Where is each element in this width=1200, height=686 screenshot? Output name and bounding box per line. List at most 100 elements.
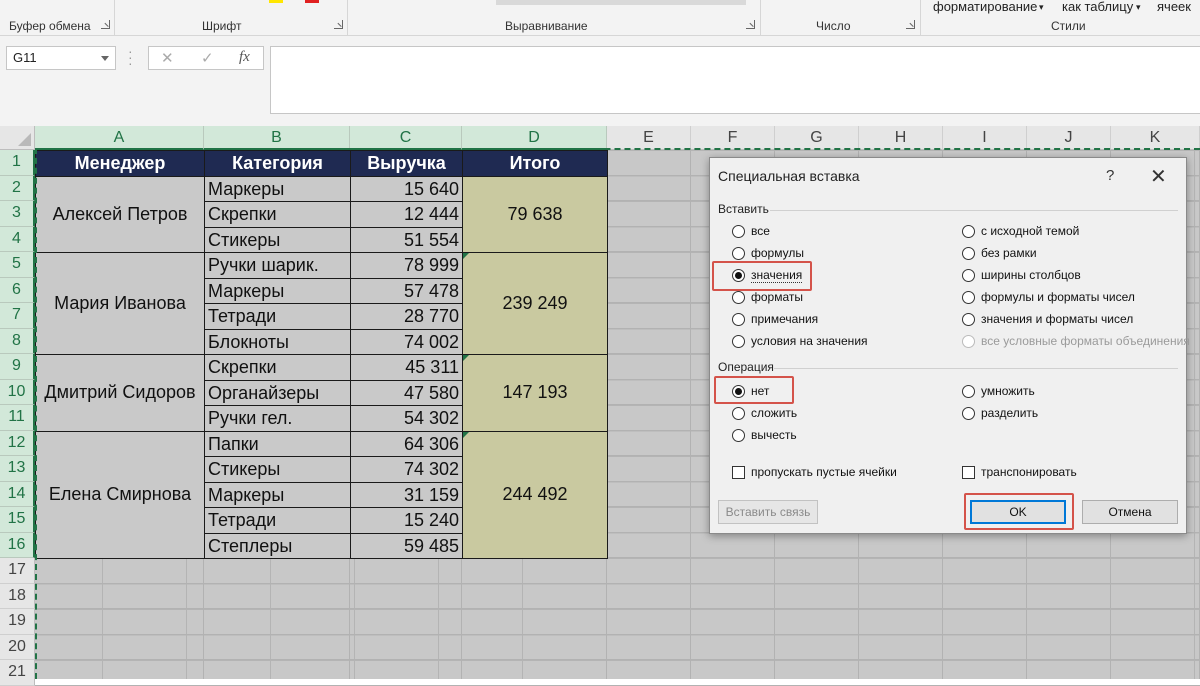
column-header[interactable]: A [35,126,204,150]
category-cell[interactable]: Органайзеры [204,379,351,406]
transpose-box[interactable] [962,465,975,479]
cancel-button[interactable]: Отмена [1082,500,1178,524]
total-cell[interactable]: 147 193 [462,354,608,432]
category-cell[interactable]: Скрепки [204,354,351,381]
category-cell[interactable]: Степлеры [204,532,351,559]
row-header[interactable]: 10 [0,379,35,405]
category-cell[interactable]: Маркеры [204,277,351,304]
revenue-cell[interactable]: 47 580 [350,379,463,406]
operation-subtract-radio[interactable]: вычесть [732,428,797,442]
paste-no-borders-radio[interactable]: без рамки [962,246,1037,260]
cell-styles-button[interactable]: ячеек [1157,0,1191,14]
category-cell[interactable]: Папки [204,430,351,457]
radio-icon[interactable] [962,384,975,398]
total-cell[interactable]: 239 249 [462,252,608,355]
radio-icon[interactable] [962,224,975,238]
category-cell[interactable]: Ручки гел. [204,405,351,432]
paste-all-radio[interactable]: все [732,224,770,238]
format-as-table-dropdown-icon[interactable]: ▾ [1136,2,1141,13]
radio-icon[interactable] [732,428,745,442]
category-cell[interactable]: Блокноты [204,328,351,355]
operation-add-radio[interactable]: сложить [732,406,797,420]
revenue-cell[interactable]: 57 478 [350,277,463,304]
row-header[interactable]: 5 [0,252,35,278]
radio-icon[interactable] [962,312,975,326]
radio-icon[interactable] [732,334,745,348]
radio-icon[interactable] [962,406,975,420]
header-cell[interactable]: Выручка [350,150,463,177]
row-header[interactable]: 15 [0,507,35,533]
row-header[interactable]: 21 [0,660,35,686]
font-launcher-icon[interactable] [334,20,343,29]
drag-handle-icon[interactable]: · · · [128,44,133,70]
transpose-checkbox[interactable]: транспонировать [962,465,1077,479]
paste-comments-radio[interactable]: примечания [732,312,818,326]
category-cell[interactable]: Тетради [204,507,351,534]
manager-cell[interactable]: Алексей Петров [35,175,205,253]
radio-icon[interactable] [962,268,975,282]
number-launcher-icon[interactable] [906,20,915,29]
revenue-cell[interactable]: 28 770 [350,303,463,330]
header-cell[interactable]: Менеджер [35,150,205,177]
clipboard-launcher-icon[interactable] [101,20,110,29]
row-header[interactable]: 9 [0,354,35,380]
paste-validation-radio[interactable]: условия на значения [732,334,868,348]
row-header[interactable]: 14 [0,481,35,507]
row-header[interactable]: 13 [0,456,35,482]
radio-icon[interactable] [732,290,745,304]
row-header[interactable]: 17 [0,558,35,584]
highlight-color-icon[interactable] [269,0,283,3]
skip-blanks-box[interactable] [732,465,745,479]
paste-link-button[interactable]: Вставить связь [718,500,818,524]
row-header[interactable]: 7 [0,303,35,329]
manager-cell[interactable]: Мария Иванова [35,252,205,355]
radio-icon[interactable] [962,290,975,304]
category-cell[interactable]: Маркеры [204,175,351,202]
revenue-cell[interactable]: 54 302 [350,405,463,432]
revenue-cell[interactable]: 74 002 [350,328,463,355]
paste-formats-radio[interactable]: форматы [732,290,803,304]
radio-icon[interactable] [732,406,745,420]
help-icon[interactable]: ? [1106,167,1114,184]
header-cell[interactable]: Категория [204,150,351,177]
manager-cell[interactable]: Дмитрий Сидоров [35,354,205,432]
paste-source-theme-radio[interactable]: с исходной темой [962,224,1079,238]
row-header[interactable]: 1 [0,150,35,176]
revenue-cell[interactable]: 51 554 [350,226,463,253]
alignment-launcher-icon[interactable] [746,20,755,29]
enter-icon[interactable]: ✓ [201,49,214,67]
revenue-cell[interactable]: 64 306 [350,430,463,457]
column-header[interactable]: I [943,126,1027,150]
formula-input[interactable] [270,46,1200,114]
row-header[interactable]: 16 [0,532,35,558]
paste-formulas-number-formats-radio[interactable]: формулы и форматы чисел [962,290,1135,304]
radio-icon[interactable] [732,312,745,326]
revenue-cell[interactable]: 78 999 [350,252,463,279]
radio-icon[interactable] [732,246,745,260]
revenue-cell[interactable]: 12 444 [350,201,463,228]
category-cell[interactable]: Маркеры [204,481,351,508]
close-icon[interactable]: ✕ [1150,164,1167,189]
column-header[interactable]: E [607,126,691,150]
row-header[interactable]: 6 [0,277,35,303]
fx-icon[interactable]: fx [239,49,250,66]
revenue-cell[interactable]: 15 240 [350,507,463,534]
revenue-cell[interactable]: 31 159 [350,481,463,508]
manager-cell[interactable]: Елена Смирнова [35,430,205,559]
header-cell[interactable]: Итого [462,150,608,177]
column-header[interactable]: G [775,126,859,150]
column-header[interactable]: K [1111,126,1200,150]
column-header[interactable]: D [462,126,607,150]
row-header[interactable]: 18 [0,583,35,609]
cancel-icon[interactable]: ✕ [161,49,174,67]
conditional-formatting-button[interactable]: форматирование [933,0,1037,14]
revenue-cell[interactable]: 15 640 [350,175,463,202]
row-header[interactable]: 20 [0,634,35,660]
name-box[interactable]: G11 [6,46,116,70]
category-cell[interactable]: Тетради [204,303,351,330]
revenue-cell[interactable]: 45 311 [350,354,463,381]
radio-icon[interactable] [732,224,745,238]
total-cell[interactable]: 79 638 [462,175,608,253]
row-header[interactable]: 4 [0,226,35,252]
category-cell[interactable]: Стикеры [204,456,351,483]
